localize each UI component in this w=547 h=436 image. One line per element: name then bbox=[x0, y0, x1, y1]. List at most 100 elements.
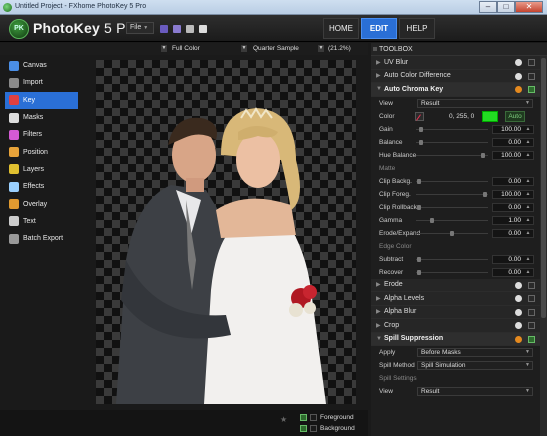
maximize-button[interactable]: □ bbox=[497, 1, 515, 13]
expand-arrow-icon[interactable]: ▶ bbox=[376, 295, 384, 302]
spill-view-select[interactable]: Result ▼ bbox=[417, 387, 533, 396]
spinner-icon[interactable]: ▲ bbox=[524, 126, 532, 133]
param-value-field[interactable]: 0.00 ▲ bbox=[492, 137, 534, 147]
home-button[interactable]: HOME bbox=[323, 18, 359, 39]
sidebar-item-filters[interactable]: Filters bbox=[5, 126, 78, 143]
save-project-icon[interactable] bbox=[186, 25, 194, 33]
view-select[interactable]: Result ▼ bbox=[417, 98, 533, 108]
apply-select[interactable]: Before Masks ▼ bbox=[417, 348, 533, 357]
effect-enable-checkbox[interactable] bbox=[528, 322, 535, 329]
spinner-icon[interactable]: ▲ bbox=[524, 217, 532, 224]
expand-arrow-icon[interactable]: ▶ bbox=[376, 72, 384, 79]
new-project-icon[interactable] bbox=[160, 25, 168, 33]
sidebar-item-key[interactable]: Key bbox=[5, 91, 78, 109]
param-slider[interactable] bbox=[416, 152, 488, 158]
slider-knob[interactable] bbox=[429, 217, 434, 223]
zoom-dropdown-icon[interactable]: ▼ bbox=[318, 45, 324, 52]
param-value-field[interactable]: 0.00 ▲ bbox=[492, 176, 534, 186]
param-value-field[interactable]: 100.00 ▲ bbox=[492, 124, 534, 134]
effect-settings-icon[interactable] bbox=[515, 322, 522, 329]
param-value-field[interactable]: 0.00 ▲ bbox=[492, 228, 534, 238]
sidebar-item-layers[interactable]: Layers bbox=[5, 161, 78, 178]
param-slider[interactable] bbox=[416, 269, 488, 275]
star-icon[interactable]: ★ bbox=[280, 415, 287, 424]
slider-knob[interactable] bbox=[417, 256, 422, 262]
expand-arrow-icon[interactable]: ▶ bbox=[376, 281, 384, 288]
effect-header[interactable]: ▼ Auto Chroma Key bbox=[371, 83, 540, 97]
foreground-toggle[interactable]: Foreground bbox=[300, 412, 354, 422]
effect-enable-checkbox[interactable] bbox=[528, 281, 535, 289]
background-checkbox[interactable] bbox=[300, 424, 307, 432]
spinner-icon[interactable]: ▲ bbox=[524, 152, 532, 159]
param-slider[interactable] bbox=[416, 256, 488, 262]
expand-arrow-icon[interactable]: ▶ bbox=[376, 322, 384, 329]
collapse-arrow-icon[interactable]: ▼ bbox=[376, 86, 384, 92]
slider-knob[interactable] bbox=[417, 204, 422, 210]
sidebar-item-canvas[interactable]: Canvas bbox=[5, 57, 78, 74]
sidebar-item-batch-export[interactable]: Batch Export bbox=[5, 230, 78, 247]
effect-settings-icon[interactable] bbox=[515, 308, 522, 316]
param-value-field[interactable]: 1.00 ▲ bbox=[492, 215, 534, 225]
effect-header[interactable]: ▶ Auto Color Difference bbox=[371, 69, 540, 83]
param-slider[interactable] bbox=[416, 178, 488, 184]
param-slider[interactable] bbox=[416, 204, 488, 210]
minimize-button[interactable]: – bbox=[479, 1, 497, 13]
color-mode-dropdown-icon[interactable]: ▼ bbox=[161, 45, 167, 52]
toolbox-scrollbar[interactable] bbox=[540, 56, 547, 436]
slider-knob[interactable] bbox=[417, 178, 422, 184]
sidebar-item-position[interactable]: Position bbox=[5, 143, 78, 160]
collapse-arrow-icon[interactable]: ▼ bbox=[376, 336, 384, 342]
eyedropper-icon[interactable] bbox=[415, 111, 424, 121]
color-mode-select[interactable]: Full Color bbox=[172, 44, 200, 54]
edit-button[interactable]: EDIT bbox=[361, 18, 397, 39]
effect-header[interactable]: ▶ Alpha Blur bbox=[371, 305, 540, 319]
spill-method-select[interactable]: Spill Simulation ▼ bbox=[417, 361, 533, 370]
slider-knob[interactable] bbox=[450, 230, 454, 236]
effect-settings-icon[interactable] bbox=[515, 281, 522, 289]
zoom-level[interactable]: (21.2%) bbox=[328, 44, 351, 54]
param-slider[interactable] bbox=[416, 191, 488, 197]
effect-settings-icon[interactable] bbox=[515, 295, 522, 302]
sample-dropdown-icon[interactable]: ▼ bbox=[241, 45, 247, 52]
effect-settings-icon[interactable] bbox=[515, 335, 522, 343]
param-value-field[interactable]: 100.00 ▲ bbox=[492, 150, 534, 160]
scrollbar-thumb[interactable] bbox=[541, 58, 546, 318]
param-slider[interactable] bbox=[416, 126, 488, 132]
effect-settings-icon[interactable] bbox=[515, 86, 522, 93]
effect-header[interactable]: ▶ Crop bbox=[371, 319, 540, 333]
slider-knob[interactable] bbox=[419, 126, 424, 132]
effect-enable-checkbox[interactable] bbox=[528, 59, 535, 66]
slider-knob[interactable] bbox=[417, 269, 422, 275]
effect-settings-icon[interactable] bbox=[515, 59, 522, 66]
auto-button[interactable]: Auto bbox=[505, 110, 525, 122]
sidebar-item-effects[interactable]: Effects bbox=[5, 178, 78, 195]
slider-knob[interactable] bbox=[480, 152, 485, 158]
spinner-icon[interactable]: ▲ bbox=[524, 230, 532, 237]
effect-header[interactable]: ▶ UV Blur bbox=[371, 56, 540, 70]
spinner-icon[interactable]: ▲ bbox=[524, 178, 532, 185]
file-menu[interactable]: File ▼ bbox=[126, 22, 154, 34]
spinner-icon[interactable]: ▲ bbox=[524, 139, 532, 146]
sidebar-item-text[interactable]: Text bbox=[5, 213, 78, 230]
slider-knob[interactable] bbox=[482, 191, 487, 197]
param-slider[interactable] bbox=[416, 230, 488, 236]
sidebar-item-overlay[interactable]: Overlay bbox=[5, 195, 78, 212]
expand-arrow-icon[interactable]: ▶ bbox=[376, 59, 384, 66]
effect-enable-checkbox[interactable] bbox=[528, 86, 535, 93]
param-value-field[interactable]: 0.00 ▲ bbox=[492, 254, 534, 264]
effect-enable-checkbox[interactable] bbox=[528, 308, 535, 316]
image-canvas[interactable] bbox=[96, 60, 356, 404]
spinner-icon[interactable]: ▲ bbox=[524, 256, 532, 263]
param-slider[interactable] bbox=[416, 139, 488, 145]
param-slider[interactable] bbox=[416, 217, 488, 223]
effect-enable-checkbox[interactable] bbox=[528, 295, 535, 302]
close-button[interactable]: ✕ bbox=[515, 1, 543, 13]
param-value-field[interactable]: 0.00 ▲ bbox=[492, 267, 534, 277]
background-toggle[interactable]: Background bbox=[300, 423, 355, 433]
spinner-icon[interactable]: ▲ bbox=[524, 204, 532, 211]
spinner-icon[interactable]: ▲ bbox=[524, 269, 532, 276]
foreground-checkbox[interactable] bbox=[300, 413, 307, 421]
open-project-icon[interactable] bbox=[173, 25, 181, 33]
effect-header[interactable]: ▼ Spill Suppression bbox=[371, 332, 540, 346]
sidebar-item-masks[interactable]: Masks bbox=[5, 109, 78, 126]
